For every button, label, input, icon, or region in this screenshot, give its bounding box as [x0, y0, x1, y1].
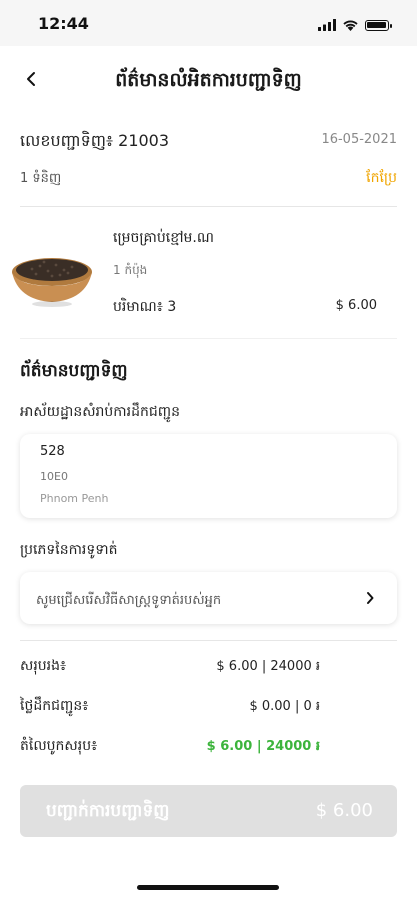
product-price: $ 6.00: [335, 298, 377, 313]
payment-placeholder: សូមជ្រើសរើសវិធីសាស្រ្តទូទាត់របស់អ្នក: [36, 593, 222, 608]
chevron-right-icon: [365, 590, 375, 610]
battery-icon: [365, 20, 392, 31]
product-name: ម្រេចគ្រាប់ខ្មៅម.ណ: [113, 230, 214, 246]
divider: [20, 206, 397, 207]
order-number: លេខបញ្ជាទិញ៖ 21003: [20, 131, 170, 150]
home-indicator: [137, 885, 279, 890]
address-line-1: 528: [40, 444, 65, 459]
wifi-icon: [342, 16, 359, 35]
address-line-2: 10E0: [40, 470, 68, 483]
confirm-order-total: $ 6.00: [315, 800, 373, 821]
status-bar: 12:44: [0, 0, 417, 46]
payment-label: ប្រភេទនៃការទូទាត់: [20, 542, 118, 558]
product-item[interactable]: ម្រេចគ្រាប់ខ្មៅម.ណ 1 កំប៉ុង បរិមាណ៖ 3 $ …: [10, 220, 397, 330]
delivery-fee-label: ថ្លៃដឹកជញ្ជូន៖: [20, 698, 89, 714]
subtotal-label: សរុបរង៖: [20, 658, 67, 674]
status-icons: [318, 16, 392, 35]
item-count: 1 ទំនិញ: [20, 171, 62, 186]
divider: [20, 338, 397, 339]
order-date: 16-05-2021: [321, 132, 397, 147]
address-city: Phnom Penh: [40, 492, 109, 505]
product-image: [10, 242, 94, 308]
payment-method-selector[interactable]: សូមជ្រើសរើសវិធីសាស្រ្តទូទាត់របស់អ្នក: [20, 572, 397, 624]
address-label: អាស័យដ្ឋានសំរាប់ការដឹកជញ្ជូន: [20, 404, 180, 420]
page-title: ព័ត៌មានលំអិតការបញ្ជាទិញ: [115, 69, 302, 91]
subtotal-value: $ 6.00 | 24000 ៛: [216, 659, 320, 674]
address-card[interactable]: 528 10E0 Phnom Penh: [20, 434, 397, 518]
delivery-fee-value: $ 0.00 | 0 ៛: [249, 699, 320, 714]
product-quantity: បរិមាណ៖ 3: [113, 299, 177, 315]
edit-order-link[interactable]: កែប្រែ: [366, 168, 397, 189]
order-info-title: ព័ត៌មានបញ្ជាទិញ: [20, 361, 128, 381]
status-time: 12:44: [38, 14, 89, 33]
nav-bar: ព័ត៌មានលំអិតការបញ្ជាទិញ: [0, 46, 417, 116]
product-unit: 1 កំប៉ុង: [113, 263, 148, 277]
signal-icon: [318, 16, 336, 35]
divider: [20, 640, 397, 641]
confirm-order-label: បញ្ជាក់ការបញ្ជាទិញ: [46, 801, 170, 821]
confirm-order-button[interactable]: បញ្ជាក់ការបញ្ជាទិញ $ 6.00: [20, 785, 397, 837]
total-value: $ 6.00 | 24000 ៛: [206, 739, 320, 754]
total-label: តំលៃបូកសរុប៖: [20, 738, 98, 754]
